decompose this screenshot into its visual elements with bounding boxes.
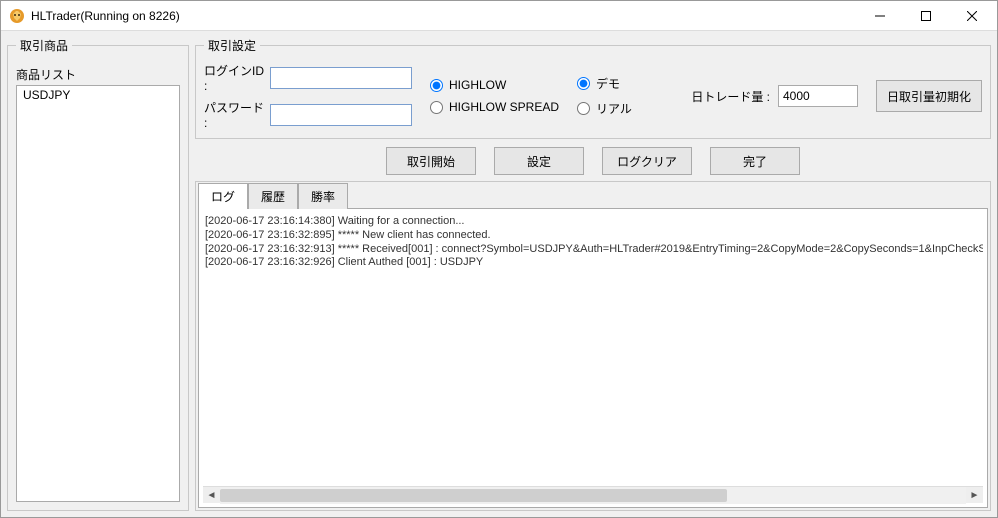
tab-strip: ログ 履歴 勝率: [196, 183, 990, 209]
login-input[interactable]: [270, 67, 412, 89]
radio-highlow[interactable]: [430, 79, 443, 92]
tab-winrate[interactable]: 勝率: [298, 183, 348, 209]
settings-panel: 取引設定 ログインID : パスワード :: [195, 37, 991, 139]
radio-highlow-label: HIGHLOW: [449, 78, 506, 92]
radio-demo[interactable]: [577, 77, 590, 90]
scroll-right-icon[interactable]: ►: [966, 487, 983, 504]
tab-log[interactable]: ログ: [198, 183, 248, 209]
start-button[interactable]: 取引開始: [386, 147, 476, 175]
tab-history[interactable]: 履歴: [248, 183, 298, 209]
list-item[interactable]: USDJPY: [17, 86, 179, 104]
product-list[interactable]: USDJPY: [16, 85, 180, 502]
horizontal-scrollbar[interactable]: ◄ ►: [203, 486, 983, 503]
action-buttons: 取引開始 設定 ログクリア 完了: [195, 145, 991, 175]
radio-real-label: リアル: [596, 100, 632, 117]
window-title: HLTrader(Running on 8226): [31, 9, 857, 23]
trade-mode-radios: デモ リアル: [577, 75, 632, 117]
tabs-container: ログ 履歴 勝率 [2020-06-17 23:16:14:380] Waiti…: [195, 181, 991, 511]
titlebar: HLTrader(Running on 8226): [1, 1, 997, 31]
password-input[interactable]: [270, 104, 412, 126]
finish-button[interactable]: 完了: [710, 147, 800, 175]
radio-highlow-spread[interactable]: [430, 101, 443, 114]
settings-panel-title: 取引設定: [204, 37, 260, 54]
scroll-thumb[interactable]: [220, 489, 727, 502]
products-panel: 取引商品 商品リスト USDJPY: [7, 37, 189, 511]
scroll-track[interactable]: [220, 487, 966, 504]
products-panel-title: 取引商品: [16, 37, 72, 54]
trade-amount-input[interactable]: [778, 85, 858, 107]
product-list-label: 商品リスト: [16, 66, 180, 83]
login-label: ログインID :: [204, 62, 264, 93]
trade-amount-label: 日トレード量 :: [691, 88, 770, 105]
log-textarea[interactable]: [2020-06-17 23:16:14:380] Waiting for a …: [203, 213, 983, 486]
scroll-left-icon[interactable]: ◄: [203, 487, 220, 504]
radio-highlow-spread-label: HIGHLOW SPREAD: [449, 100, 559, 114]
app-icon: [9, 8, 25, 24]
content-area: 取引商品 商品リスト USDJPY 取引設定 ログインID : パスワード :: [1, 31, 997, 517]
tab-body: [2020-06-17 23:16:14:380] Waiting for a …: [198, 208, 988, 508]
radio-demo-label: デモ: [596, 75, 620, 92]
settings-button[interactable]: 設定: [494, 147, 584, 175]
window-buttons: [857, 1, 995, 31]
clear-log-button[interactable]: ログクリア: [602, 147, 692, 175]
maximize-button[interactable]: [903, 1, 949, 31]
close-button[interactable]: [949, 1, 995, 31]
app-window: HLTrader(Running on 8226) 取引商品 商品リスト USD…: [0, 0, 998, 518]
reset-daily-button[interactable]: 日取引量初期化: [876, 80, 982, 112]
radio-real[interactable]: [577, 102, 590, 115]
minimize-button[interactable]: [857, 1, 903, 31]
trade-type-radios: HIGHLOW HIGHLOW SPREAD: [430, 78, 559, 114]
password-label: パスワード :: [204, 99, 264, 130]
right-column: 取引設定 ログインID : パスワード :: [195, 37, 991, 511]
